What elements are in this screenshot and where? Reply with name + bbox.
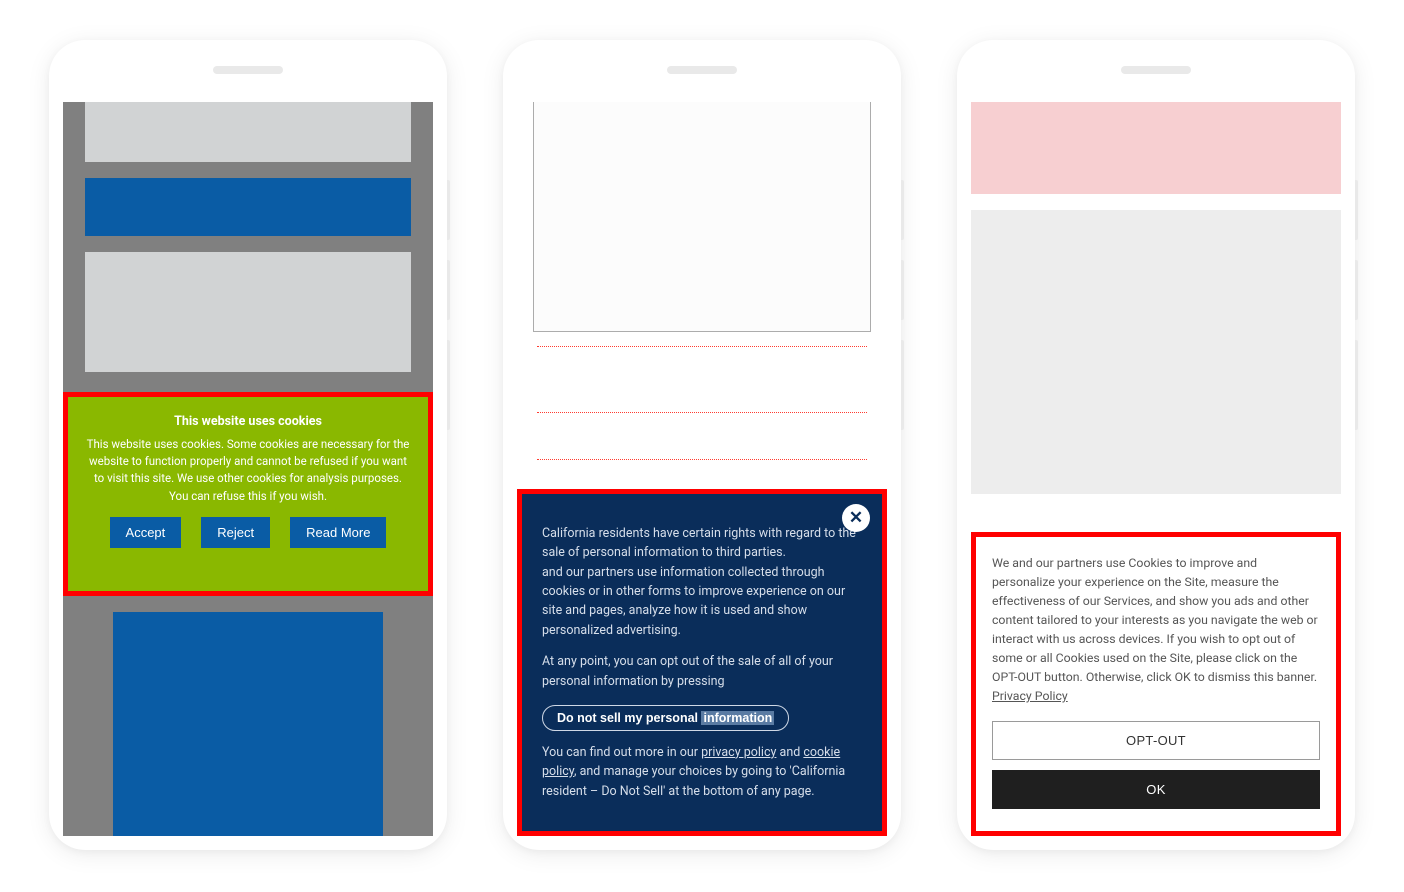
cookie-banner-para3: You can find out more in our privacy pol… <box>542 743 862 801</box>
cookie-banner: This website uses cookies This website u… <box>63 392 433 596</box>
text-span-highlight: information <box>701 711 774 725</box>
phone-side-button <box>1355 180 1358 240</box>
text-span: We and our partners use Cookies to impro… <box>992 557 1318 685</box>
accept-button[interactable]: Accept <box>110 517 182 548</box>
cookie-banner-highlight: ✕ California residents have certain righ… <box>517 489 887 836</box>
placeholder-block <box>85 178 411 236</box>
cookie-banner: ✕ California residents have certain righ… <box>522 494 882 831</box>
cookie-banner: We and our partners use Cookies to impro… <box>971 532 1341 836</box>
read-more-button[interactable]: Read More <box>290 517 386 548</box>
phone-screen: ✕ California residents have certain righ… <box>517 102 887 836</box>
privacy-policy-link[interactable]: Privacy Policy <box>992 690 1068 704</box>
phone-screen: This website uses cookies This website u… <box>63 102 433 836</box>
phone-screen: We and our partners use Cookies to impro… <box>971 102 1341 836</box>
placeholder-block <box>85 252 411 372</box>
phone-side-button <box>447 180 450 240</box>
close-button[interactable]: ✕ <box>842 504 870 532</box>
cookie-banner-title: This website uses cookies <box>86 413 410 432</box>
do-not-sell-button[interactable]: Do not sell my personal information <box>542 705 789 731</box>
phone-side-button <box>901 340 904 430</box>
phone-mockup-3: We and our partners use Cookies to impro… <box>957 40 1355 850</box>
close-icon: ✕ <box>849 508 863 528</box>
phone-side-button <box>901 260 904 320</box>
layout-guide-line <box>537 346 867 347</box>
cookie-banner-body: We and our partners use Cookies to impro… <box>992 555 1320 707</box>
text-span: and our partners use information collect… <box>542 565 845 638</box>
opt-out-button[interactable]: OPT-OUT <box>992 721 1320 760</box>
cookie-banner-body: This website uses cookies. Some cookies … <box>86 436 410 505</box>
cookie-banner-actions: Accept Reject Read More <box>86 517 410 548</box>
placeholder-block <box>533 102 871 332</box>
phone-side-button <box>1355 260 1358 320</box>
privacy-policy-link[interactable]: privacy policy <box>701 745 776 760</box>
placeholder-block <box>971 102 1341 194</box>
placeholder-block <box>113 612 383 836</box>
phone-mockup-1: This website uses cookies This website u… <box>49 40 447 850</box>
cookie-banner-para2: At any point, you can opt out of the sal… <box>542 652 862 691</box>
ok-button[interactable]: OK <box>992 770 1320 809</box>
phone-side-button <box>447 260 450 320</box>
cookie-banner-actions: OPT-OUT OK <box>992 721 1320 809</box>
text-span: Do not sell my personal <box>557 711 701 725</box>
text-span: , and manage your choices by going to 'C… <box>542 764 845 798</box>
cookie-banner-para1: California residents have certain rights… <box>542 524 862 640</box>
phone-side-button <box>901 180 904 240</box>
phone-side-button <box>1355 340 1358 430</box>
placeholder-block <box>85 102 411 162</box>
phone-side-button <box>447 340 450 430</box>
text-span: and <box>776 745 803 760</box>
phone-mockup-2: ✕ California residents have certain righ… <box>503 40 901 850</box>
text-span: California residents have certain rights… <box>542 526 856 560</box>
reject-button[interactable]: Reject <box>201 517 270 548</box>
placeholder-block <box>971 210 1341 494</box>
layout-guide-line <box>537 412 867 460</box>
text-span: You can find out more in our <box>542 745 701 760</box>
